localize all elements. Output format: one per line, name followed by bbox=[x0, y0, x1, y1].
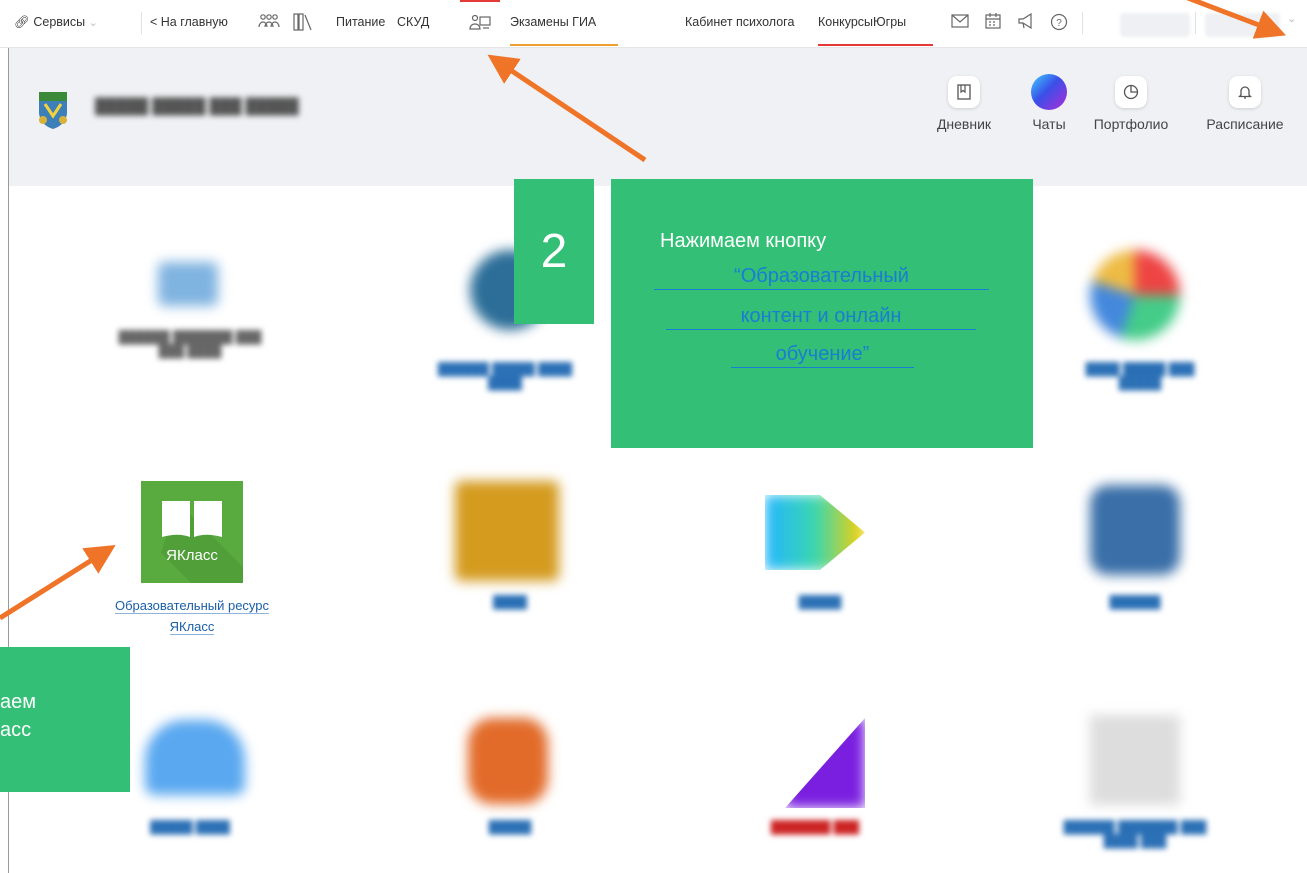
callout1-line1: аем bbox=[0, 691, 36, 713]
online-learning-icon bbox=[469, 14, 491, 30]
services-menu[interactable]: 🔗︎ Сервисы ⌄ bbox=[14, 0, 98, 44]
portfolio-label: Портфолио bbox=[1093, 116, 1169, 132]
schedule-label: Расписание bbox=[1206, 116, 1284, 132]
callout1-text: аем асс bbox=[0, 688, 36, 744]
calendar-icon[interactable] bbox=[985, 13, 1001, 32]
portfolio-chart-icon bbox=[1115, 76, 1147, 108]
resource-label-1: ██████ ███████ ███ ███ ████ bbox=[118, 330, 262, 358]
to-main-link[interactable]: < На главную bbox=[150, 0, 228, 44]
diary-button[interactable]: Дневник bbox=[914, 76, 1014, 132]
psychologist-link[interactable]: Кабинет психолога bbox=[685, 0, 794, 44]
resource-label-6[interactable]: ████ bbox=[470, 595, 550, 609]
instruction-callout-2: Нажимаем кнопку “Образовательный контент… bbox=[611, 179, 1033, 448]
library-icon[interactable] bbox=[293, 13, 315, 34]
divider bbox=[141, 12, 142, 34]
yaklass-label-line2: ЯКласс bbox=[169, 619, 215, 635]
svg-text:?: ? bbox=[1056, 18, 1062, 29]
chevron-down-icon[interactable]: ⌄ bbox=[1287, 12, 1296, 25]
top-navigation-bar: 🔗︎ Сервисы ⌄ < На главную Питание СКУД Э… bbox=[0, 0, 1307, 48]
resource-tile-8[interactable] bbox=[1090, 485, 1180, 575]
school-header: █████ █████ ███ █████ Дневник Чаты Портф… bbox=[9, 48, 1307, 186]
resource-label-12[interactable]: ██████ ███████ ███ ████ ███ bbox=[1030, 820, 1240, 860]
nutrition-link[interactable]: Питание bbox=[336, 0, 385, 44]
yaklass-tile-text: ЯКласс bbox=[166, 547, 218, 564]
callout2-title: Нажимаем кнопку bbox=[660, 230, 827, 252]
yaklass-label-line1: Образовательный ресурс bbox=[114, 598, 270, 614]
yaklass-link[interactable]: Образовательный ресурс ЯКласс bbox=[70, 595, 314, 637]
resource-tile-11[interactable] bbox=[785, 718, 865, 808]
callout2-link-line3: обучение” bbox=[731, 341, 914, 368]
resource-label-4[interactable]: ████ █████ ███ █████ bbox=[1040, 362, 1240, 402]
people-icon[interactable] bbox=[258, 13, 280, 34]
resource-label-2[interactable]: ██████ █████ ████ ████ bbox=[375, 362, 635, 402]
yaklass-tile[interactable]: ЯКласс bbox=[141, 481, 243, 583]
mail-icon[interactable] bbox=[951, 13, 969, 32]
resource-tile-4[interactable] bbox=[1090, 250, 1180, 340]
exams-link[interactable]: Экзамены ГИА bbox=[510, 0, 618, 46]
instruction-callout-1: аем асс bbox=[0, 647, 130, 792]
resource-tile-7[interactable] bbox=[765, 495, 865, 570]
step-number-badge: 2 bbox=[514, 179, 594, 324]
chats-icon bbox=[1031, 74, 1067, 110]
resource-tile-10[interactable] bbox=[468, 718, 548, 804]
callout1-line2: асс bbox=[0, 719, 32, 741]
region-coat-of-arms-icon bbox=[39, 92, 67, 129]
resource-label-8[interactable]: ██████ bbox=[1090, 595, 1180, 609]
callout2-link-line2: контент и онлайн bbox=[666, 303, 976, 330]
contests-link[interactable]: КонкурсыЮгры bbox=[818, 0, 933, 46]
resource-tile-6[interactable] bbox=[455, 481, 559, 581]
resource-label-7[interactable]: █████ bbox=[780, 595, 860, 609]
services-menu-label: Сервисы bbox=[33, 15, 86, 29]
skud-link[interactable]: СКУД bbox=[397, 0, 429, 44]
chevron-down-icon: ⌄ bbox=[88, 17, 98, 29]
callout2-link-line1: “Образовательный bbox=[654, 263, 989, 290]
resource-tile-1[interactable] bbox=[158, 262, 218, 306]
chats-button[interactable]: Чаты bbox=[1019, 74, 1079, 132]
chats-label: Чаты bbox=[1032, 116, 1066, 132]
diary-icon bbox=[948, 76, 980, 108]
resource-tile-9[interactable] bbox=[145, 720, 245, 795]
divider bbox=[1082, 12, 1083, 34]
link-icon: 🔗︎ bbox=[14, 15, 30, 29]
open-book-icon bbox=[161, 501, 243, 583]
school-name-blurred: █████ █████ ███ █████ bbox=[95, 98, 299, 115]
portfolio-button[interactable]: Портфолио bbox=[1081, 76, 1181, 132]
resource-label-11[interactable]: ███████ ███ bbox=[745, 820, 885, 834]
help-icon[interactable]: ? bbox=[1050, 13, 1068, 34]
bell-icon bbox=[1229, 76, 1261, 108]
resource-label-10[interactable]: █████ bbox=[465, 820, 555, 834]
resource-label-9[interactable]: █████ ████ bbox=[120, 820, 260, 834]
resource-tile-12[interactable] bbox=[1090, 715, 1180, 805]
divider bbox=[1195, 12, 1196, 34]
blurred-user-menu[interactable] bbox=[1205, 13, 1280, 37]
diary-label: Дневник bbox=[936, 116, 992, 132]
megaphone-icon[interactable] bbox=[1017, 12, 1037, 32]
online-content-button[interactable] bbox=[460, 0, 500, 44]
blurred-role-selector[interactable] bbox=[1120, 13, 1190, 37]
schedule-button[interactable]: Расписание bbox=[1189, 76, 1301, 132]
